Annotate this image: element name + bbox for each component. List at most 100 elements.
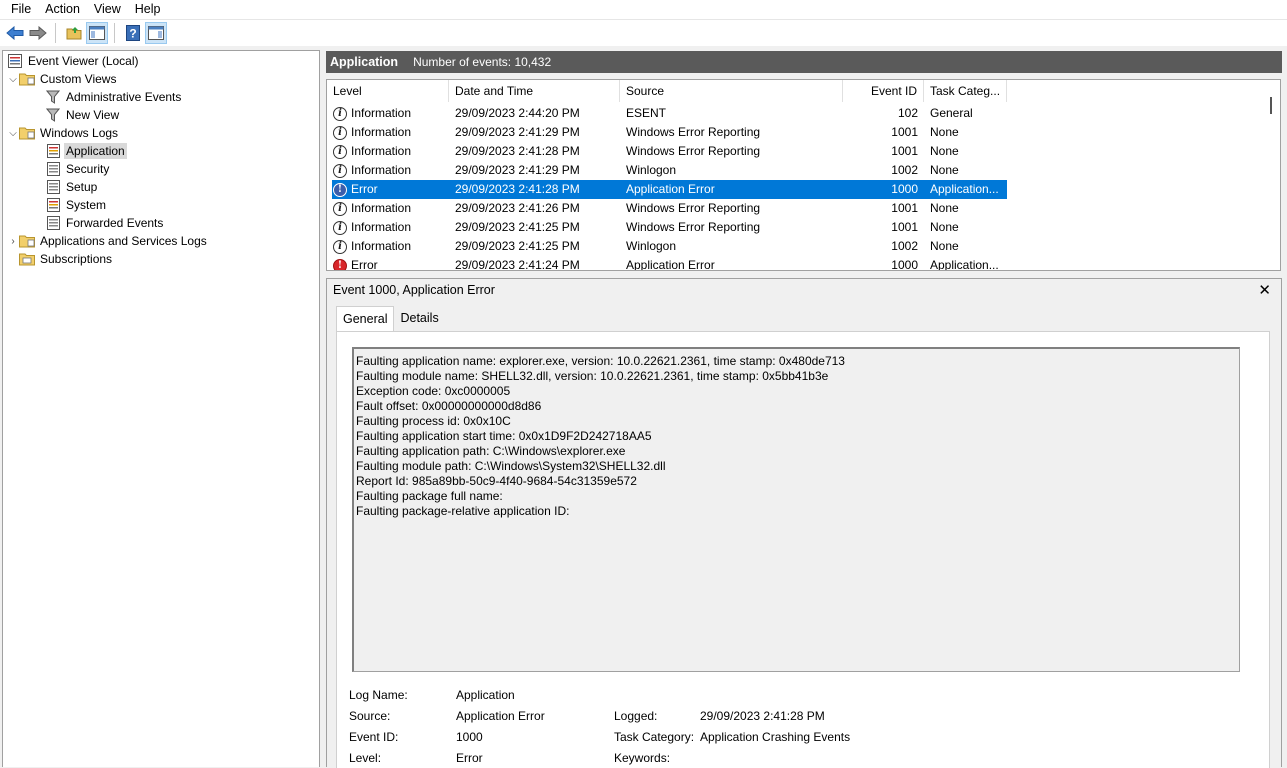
table-row[interactable]: i Information 29/09/2023 2:41:26 PM Windo… — [332, 199, 1007, 218]
tree-item-administrative-events[interactable]: Administrative Events — [45, 88, 183, 106]
log-icon — [45, 161, 61, 177]
information-icon: i — [333, 239, 347, 254]
tree-item-windows-logs[interactable]: ⌵ Windows Logs — [7, 124, 120, 142]
event-id: 1001 — [891, 125, 918, 139]
tree-item-root[interactable]: Event Viewer (Local) — [7, 52, 141, 70]
event-level: Information — [351, 220, 412, 234]
logged-label: Logged: — [614, 709, 658, 723]
menu-file[interactable]: File — [4, 0, 38, 19]
detail-tabs: General Details — [336, 306, 445, 331]
column-header-task-category[interactable]: Task Categ... — [924, 80, 1007, 102]
column-header-date[interactable]: Date and Time — [449, 80, 620, 102]
tree-item-setup[interactable]: Setup — [45, 178, 99, 196]
tree-label: New View — [66, 108, 120, 122]
event-task: Application... — [930, 258, 999, 271]
tree-label: Windows Logs — [40, 126, 119, 140]
event-task: None — [930, 144, 959, 158]
event-date: 29/09/2023 2:41:25 PM — [455, 239, 580, 253]
table-row[interactable]: i Information 29/09/2023 2:41:29 PM Windo… — [332, 123, 1007, 142]
open-folder-icon[interactable] — [63, 22, 85, 44]
log-icon — [45, 215, 61, 231]
column-header-event-id[interactable]: Event ID — [843, 80, 924, 102]
event-viewer-icon — [7, 53, 23, 69]
information-icon: i — [333, 201, 347, 216]
description-line: Faulting application name: explorer.exe,… — [356, 354, 845, 368]
filter-icon — [45, 89, 61, 105]
tree-item-subscriptions[interactable]: Subscriptions — [19, 250, 114, 268]
menu-action[interactable]: Action — [38, 0, 87, 19]
forward-arrow-icon[interactable] — [27, 22, 49, 44]
log-icon — [45, 143, 61, 159]
event-level: Information — [351, 239, 412, 253]
console-tree: Event Viewer (Local) ⌵ Custom Views Admi… — [2, 50, 320, 767]
event-task: Application... — [930, 182, 999, 196]
tree-label: Event Viewer (Local) — [28, 54, 139, 68]
table-row[interactable]: i Information 29/09/2023 2:41:25 PM Windo… — [332, 218, 1007, 237]
information-icon: i — [333, 144, 347, 159]
table-row[interactable]: i Information 29/09/2023 2:41:29 PM Winlo… — [332, 161, 1007, 180]
close-icon[interactable]: ✕ — [1258, 281, 1271, 299]
tree-item-security[interactable]: Security — [45, 160, 111, 178]
tree-item-app-services-logs[interactable]: › Applications and Services Logs — [7, 232, 209, 250]
menu-view[interactable]: View — [87, 0, 128, 19]
event-date: 29/09/2023 2:41:28 PM — [455, 144, 580, 158]
tab-general[interactable]: General — [336, 306, 395, 331]
level-value: Error — [456, 751, 483, 765]
chevron-down-icon[interactable]: ⌵ — [7, 70, 19, 88]
scrollbar-thumb[interactable] — [1270, 97, 1272, 114]
event-list-scrollbar[interactable] — [1263, 80, 1280, 270]
log-name-value: Application — [456, 688, 515, 702]
event-task: General — [930, 106, 973, 120]
event-id-label: Event ID: — [349, 730, 399, 744]
description-line: Faulting application path: C:\Windows\ex… — [356, 444, 626, 458]
event-source: Windows Error Reporting — [626, 125, 761, 139]
description-line: Faulting application start time: 0x0x1D9… — [356, 429, 652, 443]
event-task: None — [930, 163, 959, 177]
logged-value: 29/09/2023 2:41:28 PM — [700, 709, 825, 723]
log-icon — [45, 197, 61, 213]
chevron-right-icon[interactable]: › — [7, 232, 19, 250]
information-icon: i — [333, 125, 347, 140]
event-description[interactable]: Faulting application name: explorer.exe,… — [352, 347, 1240, 672]
show-hide-tree-icon[interactable] — [86, 22, 108, 44]
event-level: Error — [351, 258, 378, 271]
back-arrow-icon[interactable] — [4, 22, 26, 44]
task-category-value: Application Crashing Events — [700, 730, 851, 744]
toolbar-separator — [55, 23, 56, 43]
tree-item-system[interactable]: System — [45, 196, 108, 214]
menu-help[interactable]: Help — [128, 0, 168, 19]
tree-item-new-view[interactable]: New View — [45, 106, 121, 124]
table-row[interactable]: i Information 29/09/2023 2:41:25 PM Winlo… — [332, 237, 1007, 256]
description-line: Faulting module name: SHELL32.dll, versi… — [356, 369, 829, 383]
event-date: 29/09/2023 2:41:29 PM — [455, 125, 580, 139]
column-header-source[interactable]: Source — [620, 80, 843, 102]
subscriptions-icon — [19, 251, 35, 267]
task-category-label: Task Category: — [614, 730, 695, 744]
table-row-selected[interactable]: ! Error 29/09/2023 2:41:28 PM Application… — [332, 180, 1007, 199]
chevron-down-icon[interactable]: ⌵ — [7, 124, 19, 142]
event-id: 1002 — [891, 239, 918, 253]
tree-item-application[interactable]: Application — [45, 142, 127, 160]
tree-item-custom-views[interactable]: ⌵ Custom Views — [7, 70, 118, 88]
column-header-level[interactable]: Level — [327, 80, 449, 102]
tree-label: Administrative Events — [66, 90, 182, 104]
event-source: Winlogon — [626, 239, 677, 253]
table-row[interactable]: i Information 29/09/2023 2:41:28 PM Windo… — [332, 142, 1007, 161]
event-date: 29/09/2023 2:41:28 PM — [455, 182, 580, 196]
event-task: None — [930, 239, 959, 253]
tree-label: Setup — [66, 180, 98, 194]
tab-details[interactable]: Details — [394, 308, 444, 330]
event-count: Number of events: 10,432 — [413, 55, 552, 69]
event-id: 1001 — [891, 220, 918, 234]
event-task: None — [930, 220, 959, 234]
tree-item-forwarded-events[interactable]: Forwarded Events — [45, 214, 165, 232]
toolbar-separator — [114, 23, 115, 43]
information-icon: i — [333, 220, 347, 235]
table-row[interactable]: i Information 29/09/2023 2:44:20 PM ESENT… — [332, 104, 1007, 123]
action-pane-icon[interactable] — [145, 22, 167, 44]
help-icon[interactable]: ? — [122, 22, 144, 44]
table-row[interactable]: ! Error 29/09/2023 2:41:24 PM Application… — [332, 256, 1007, 271]
event-source: Windows Error Reporting — [626, 144, 761, 158]
event-level: Information — [351, 106, 412, 120]
event-id: 1000 — [891, 182, 918, 196]
